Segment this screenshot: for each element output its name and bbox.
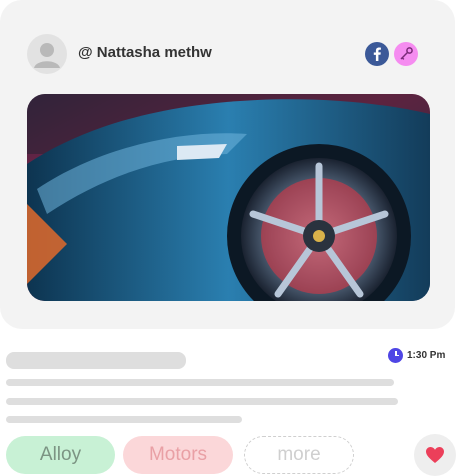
post-image[interactable] <box>27 94 430 301</box>
car-photo <box>27 94 430 301</box>
post-username[interactable]: @ Nattasha methw <box>78 44 212 61</box>
time-label: 1:30 Pm <box>407 349 446 361</box>
tag-alloy[interactable]: Alloy <box>6 436 115 474</box>
tag-motors[interactable]: Motors <box>123 436 233 474</box>
clock-icon <box>388 347 403 363</box>
key-icon[interactable] <box>394 42 418 66</box>
like-button[interactable] <box>414 434 456 476</box>
user-avatar-icon <box>34 43 60 68</box>
post-card: @ Nattasha methw <box>0 0 455 329</box>
facebook-icon[interactable] <box>365 42 389 66</box>
heart-icon <box>426 447 444 463</box>
tag-more[interactable]: more <box>244 436 354 474</box>
avatar[interactable] <box>27 34 67 74</box>
text-placeholder-line <box>6 398 398 405</box>
text-placeholder-line <box>6 416 242 423</box>
text-placeholder-line <box>6 379 394 386</box>
post-time: 1:30 Pm <box>388 347 445 363</box>
title-placeholder <box>6 352 186 369</box>
